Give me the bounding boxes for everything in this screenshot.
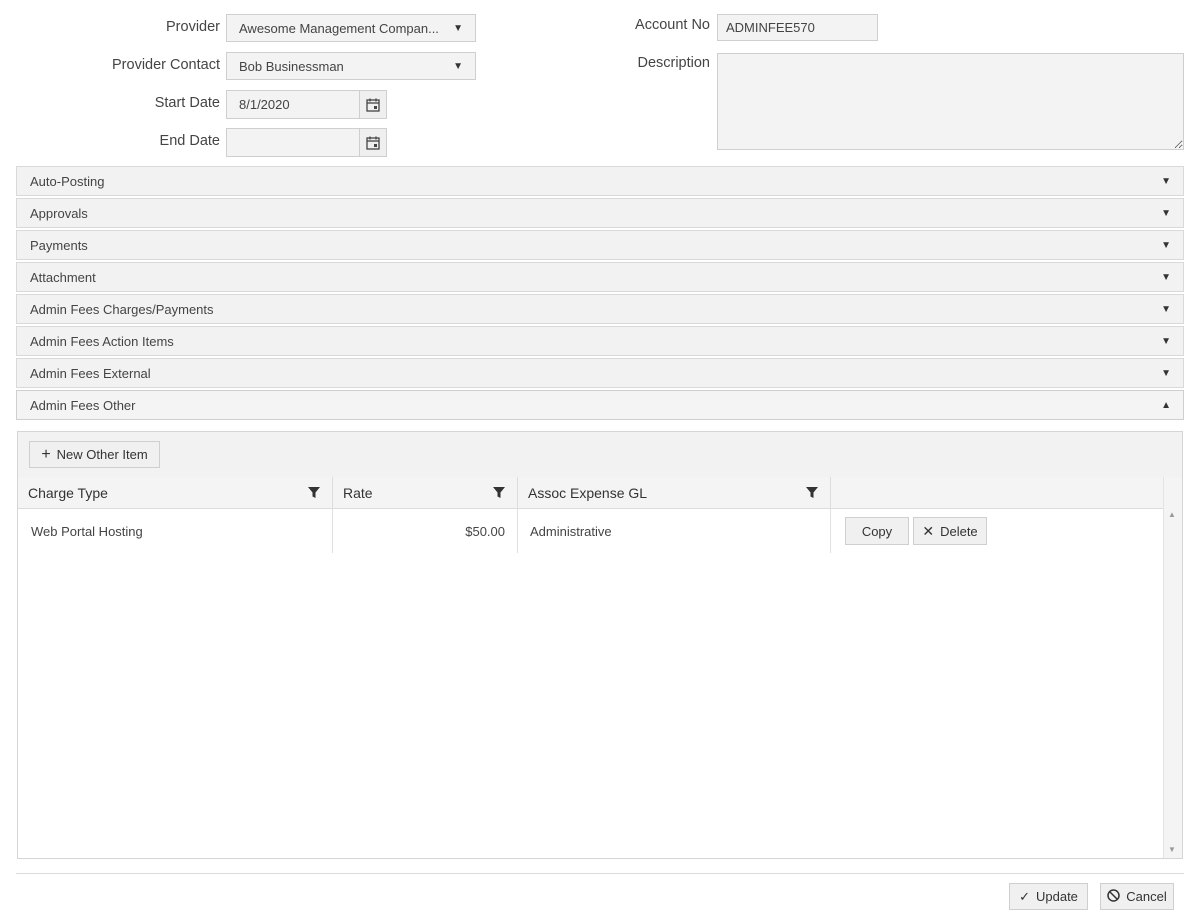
plus-icon: + — [41, 445, 51, 463]
description-label: Description — [637, 55, 710, 71]
scroll-down-icon[interactable]: ▼ — [1168, 845, 1176, 854]
column-header-label: Assoc Expense GL — [528, 484, 648, 501]
section-admin-fees-charges-payments[interactable]: Admin Fees Charges/Payments ▼ — [16, 294, 1184, 324]
calendar-icon[interactable] — [359, 129, 386, 156]
cancel-icon — [1107, 888, 1121, 905]
chevron-down-icon: ▼ — [1161, 271, 1171, 283]
calendar-icon[interactable] — [359, 91, 386, 118]
chevron-up-icon: ▲ — [1161, 399, 1171, 411]
chevron-down-icon: ▼ — [1161, 335, 1171, 347]
description-textarea[interactable] — [717, 53, 1184, 150]
chevron-down-icon: ▼ — [1161, 367, 1171, 379]
column-header-label: Charge Type — [28, 484, 108, 501]
section-label: Payments — [30, 237, 88, 253]
chevron-down-icon: ▼ — [453, 60, 463, 72]
section-admin-fees-other[interactable]: Admin Fees Other ▲ — [16, 390, 1184, 420]
footer-divider — [16, 873, 1184, 874]
provider-label: Provider — [166, 19, 220, 35]
section-label: Admin Fees Other — [30, 397, 136, 413]
start-date-value: 8/1/2020 — [239, 97, 290, 112]
cell-charge-type: Web Portal Hosting — [18, 509, 333, 553]
account-no-input[interactable]: ADMINFEE570 — [717, 14, 878, 41]
provider-dropdown[interactable]: Awesome Management Compan... ▼ — [226, 14, 476, 42]
cancel-label: Cancel — [1126, 889, 1167, 904]
column-actions — [831, 477, 1164, 508]
section-approvals[interactable]: Approvals ▼ — [16, 198, 1184, 228]
section-label: Approvals — [30, 205, 88, 221]
section-admin-fees-external[interactable]: Admin Fees External ▼ — [16, 358, 1184, 388]
section-payments[interactable]: Payments ▼ — [16, 230, 1184, 260]
filter-icon[interactable] — [493, 486, 505, 502]
new-other-item-label: New Other Item — [56, 447, 148, 462]
section-admin-fees-action-items[interactable]: Admin Fees Action Items ▼ — [16, 326, 1184, 356]
section-label: Auto-Posting — [30, 173, 105, 189]
column-assoc-expense-gl[interactable]: Assoc Expense GL — [518, 477, 831, 508]
close-icon: ✕ — [922, 522, 935, 539]
filter-icon[interactable] — [806, 486, 818, 502]
section-auto-posting[interactable]: Auto-Posting ▼ — [16, 166, 1184, 196]
section-label: Admin Fees Action Items — [30, 333, 174, 349]
chevron-down-icon: ▼ — [1161, 207, 1171, 219]
provider-contact-dropdown[interactable]: Bob Businessman ▼ — [226, 52, 476, 80]
section-label: Admin Fees Charges/Payments — [30, 301, 214, 317]
chevron-down-icon: ▼ — [1161, 239, 1171, 251]
filter-icon[interactable] — [308, 486, 320, 502]
scroll-up-icon[interactable]: ▲ — [1168, 510, 1176, 519]
column-header-label: Rate — [343, 484, 373, 501]
column-charge-type[interactable]: Charge Type — [18, 477, 333, 508]
provider-value: Awesome Management Compan... — [239, 20, 439, 36]
section-label: Admin Fees External — [30, 365, 151, 381]
cell-gl: Administrative — [518, 509, 831, 553]
grid-header: Charge Type Rate Assoc Expense GL — [18, 477, 1164, 509]
section-label: Attachment — [30, 269, 96, 285]
start-date-input[interactable]: 8/1/2020 — [226, 90, 387, 119]
chevron-down-icon: ▼ — [1161, 303, 1171, 315]
provider-contact-label: Provider Contact — [112, 57, 220, 73]
start-date-label: Start Date — [154, 95, 220, 111]
delete-button[interactable]: ✕ Delete — [913, 517, 987, 545]
chevron-down-icon: ▼ — [1161, 175, 1171, 187]
table-row: Web Portal Hosting $50.00 Administrative… — [18, 509, 1164, 553]
account-no-value: ADMINFEE570 — [726, 20, 815, 35]
chevron-down-icon: ▼ — [453, 22, 463, 34]
cancel-button[interactable]: Cancel — [1100, 883, 1174, 910]
copy-label: Copy — [861, 523, 893, 539]
checkmark-icon: ✓ — [1019, 888, 1030, 904]
grid-toolbar: + New Other Item — [18, 432, 1182, 478]
end-date-input[interactable] — [226, 128, 387, 157]
vertical-scrollbar[interactable]: ▲ ▼ — [1163, 477, 1182, 858]
delete-label: Delete — [940, 523, 978, 539]
account-no-label: Account No — [635, 17, 710, 33]
cell-actions: Copy ✕ Delete — [831, 509, 1164, 553]
section-attachment[interactable]: Attachment ▼ — [16, 262, 1184, 292]
copy-button[interactable]: Copy — [845, 517, 909, 545]
update-button[interactable]: ✓ Update — [1009, 883, 1088, 910]
cell-rate: $50.00 — [333, 509, 518, 553]
admin-fees-other-panel: + New Other Item Charge Type Rate Assoc … — [17, 431, 1183, 859]
update-label: Update — [1035, 889, 1078, 904]
provider-contact-value: Bob Businessman — [239, 58, 344, 74]
column-rate[interactable]: Rate — [333, 477, 518, 508]
new-other-item-button[interactable]: + New Other Item — [29, 441, 160, 468]
end-date-label: End Date — [159, 133, 220, 149]
